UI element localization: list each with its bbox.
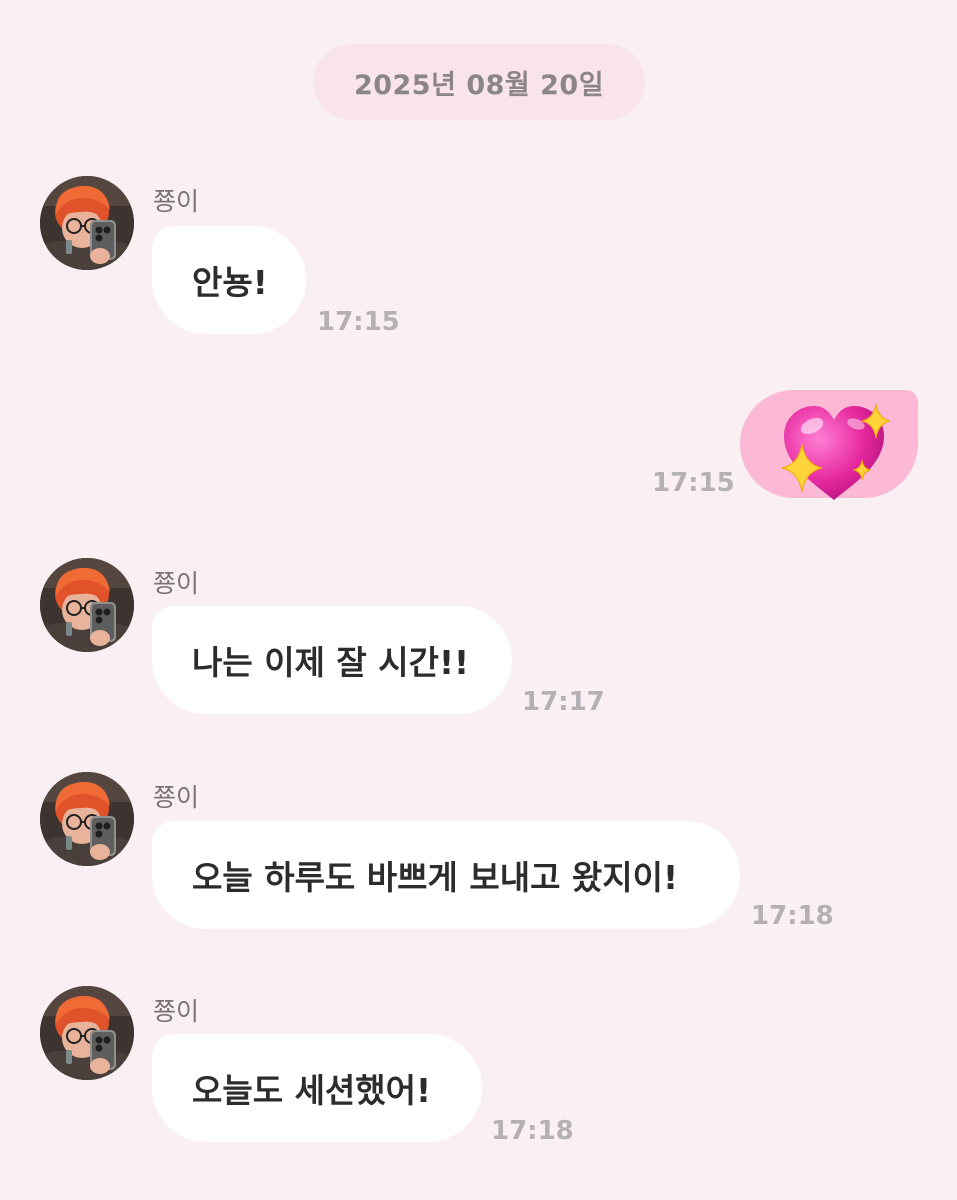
message-bubble[interactable]: 나는 이제 잘 시간!! (152, 606, 512, 714)
message-bubble[interactable]: 안뇽! (152, 226, 306, 334)
message-text: 나는 이제 잘 시간!! (192, 643, 470, 682)
message-bubble[interactable]: 오늘도 세션했어! (152, 1034, 482, 1142)
message-timestamp: 17:17 (522, 687, 605, 717)
sender-name: 쭁이 (153, 569, 200, 598)
sender-name: 쭁이 (153, 997, 200, 1026)
sender-name: 쭁이 (153, 187, 200, 216)
message-timestamp: 17:15 (317, 307, 400, 337)
avatar[interactable] (40, 176, 134, 270)
message-bubble[interactable]: 오늘 하루도 바쁘게 보내고 왔지이! (152, 821, 740, 929)
avatar[interactable] (40, 986, 134, 1080)
avatar[interactable] (40, 772, 134, 866)
avatar[interactable] (40, 558, 134, 652)
date-divider: 2025년 08월 20일 (313, 44, 645, 120)
message-text: 오늘도 세션했어! (192, 1071, 432, 1110)
sender-name: 쭁이 (153, 783, 200, 812)
message-text: 안뇽! (192, 263, 268, 302)
message-timestamp: 17:15 (652, 468, 735, 498)
message-timestamp: 17:18 (751, 901, 834, 931)
message-timestamp: 17:18 (491, 1116, 574, 1146)
message-text: 오늘 하루도 바쁘게 보내고 왔지이! (192, 858, 679, 897)
sparkling-heart-emoji-icon (781, 403, 891, 500)
